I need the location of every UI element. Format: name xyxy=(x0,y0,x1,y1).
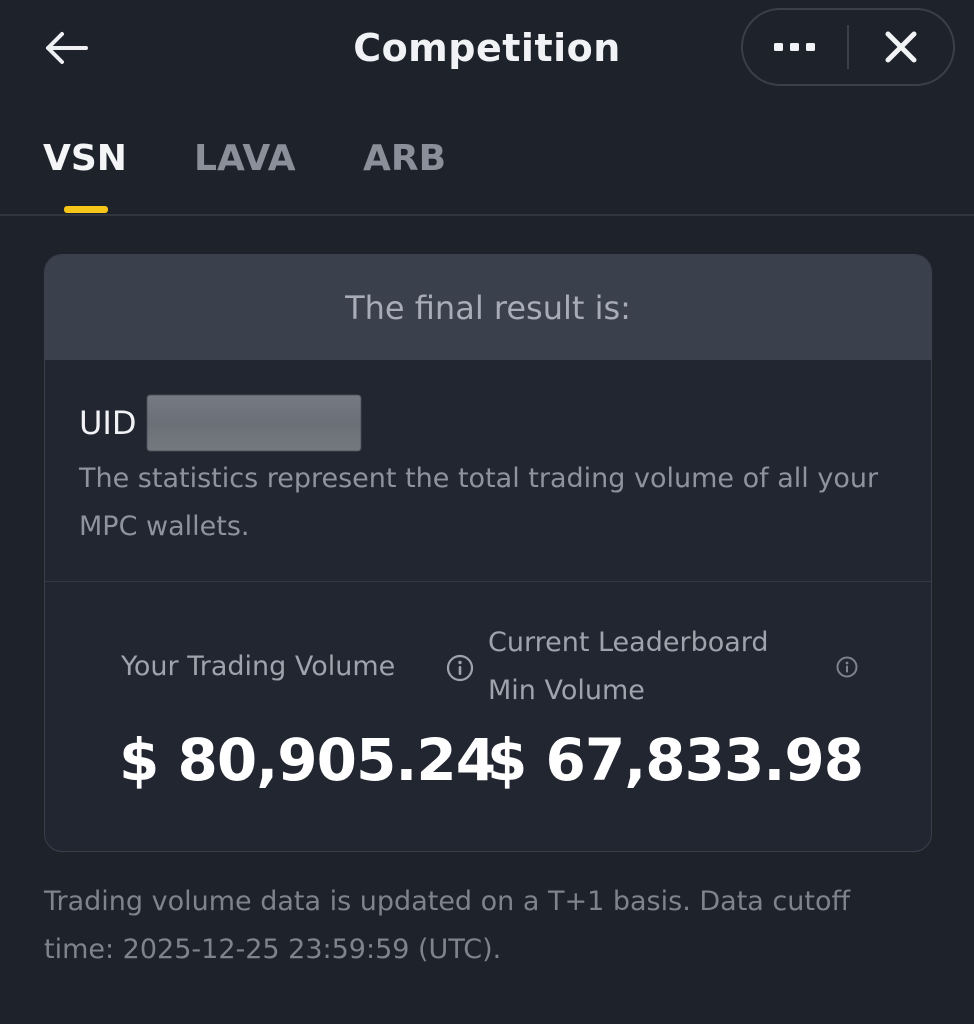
arrow-left-icon xyxy=(46,32,88,64)
card-divider xyxy=(45,581,931,582)
tab-vsn[interactable]: VSN xyxy=(43,136,127,182)
card-header: The final result is: xyxy=(45,255,931,360)
leaderboard-min-volume-label: Current Leaderboard Min Volume xyxy=(488,627,769,706)
more-dots-icon xyxy=(774,43,815,51)
close-icon xyxy=(885,31,917,63)
your-volume-label: Your Trading Volume xyxy=(121,651,396,682)
your-volume-value: $ 80,905.24 xyxy=(119,726,496,794)
uid-redacted-value xyxy=(146,395,361,451)
leaderboard-info-icon[interactable] xyxy=(835,655,859,683)
close-button[interactable] xyxy=(849,10,953,84)
stats-description: The statistics represent the total tradi… xyxy=(79,463,879,542)
window-controls xyxy=(741,8,955,86)
your-volume-info-icon[interactable] xyxy=(445,653,475,687)
result-card: The final result is: UID The statistics … xyxy=(44,254,932,852)
token-tabs: VSN LAVA ARB xyxy=(0,130,974,216)
active-tab-indicator xyxy=(64,206,108,213)
tab-lava[interactable]: LAVA xyxy=(194,136,296,182)
more-button[interactable] xyxy=(743,10,847,84)
back-button[interactable] xyxy=(38,22,94,74)
leaderboard-min-volume-value: $ 67,833.98 xyxy=(487,726,864,794)
data-update-note: Trading volume data is updated on a T+1 … xyxy=(44,886,851,965)
competition-page: Competition VSN LAVA ARB The final resul… xyxy=(0,0,974,1024)
uid-label: UID xyxy=(79,404,137,442)
uid-row: UID xyxy=(79,393,361,453)
tab-arb[interactable]: ARB xyxy=(363,136,446,182)
